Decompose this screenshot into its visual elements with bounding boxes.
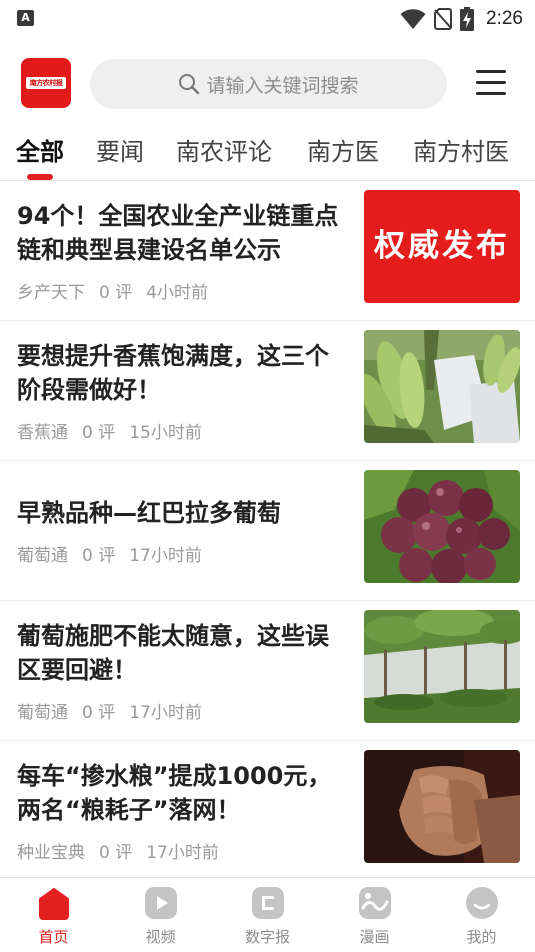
- profile-icon: [466, 887, 498, 919]
- status-bar: A 2:26: [0, 0, 535, 38]
- grape-image: [364, 470, 520, 583]
- nav-digital-paper-label: 数字报: [244, 928, 290, 946]
- nav-profile[interactable]: 我的: [428, 878, 535, 952]
- tab-nanfang-village-doctor[interactable]: 南方村医: [413, 132, 509, 167]
- status-icons: 2:26: [400, 6, 523, 32]
- nav-profile-label: 我的: [466, 928, 497, 946]
- thumbnail-caption: 权威发布: [374, 228, 510, 264]
- news-title: 94个！全国农业全产业链重点链和典型县建设名单公示: [17, 202, 339, 264]
- news-thumbnail: 权威发布: [364, 190, 520, 303]
- wifi-icon: [400, 9, 426, 29]
- news-title: 每车“掺水粮”提成1000元，两名“粮耗子”落网！: [17, 762, 332, 824]
- tab-nanfang-medicine[interactable]: 南方医: [307, 132, 379, 167]
- news-meta: 葡萄通 0 评 17小时前: [17, 698, 216, 723]
- nav-video[interactable]: 视频: [107, 878, 214, 952]
- nav-comics-label: 漫画: [359, 928, 390, 946]
- app-notification-icon: A: [17, 10, 34, 26]
- news-source: 葡萄通: [17, 546, 68, 566]
- no-sim-icon: [434, 8, 453, 30]
- search-bar[interactable]: 请输入关键词搜索: [90, 59, 447, 109]
- battery-charging-icon: [460, 7, 475, 31]
- news-time: 17小时前: [129, 703, 202, 723]
- nav-home-label: 首页: [38, 928, 69, 946]
- search-placeholder: 请输入关键词搜索: [206, 74, 359, 97]
- video-icon: [145, 887, 177, 919]
- fist-image: [364, 750, 520, 863]
- logo-text: 南方农村报: [26, 77, 66, 89]
- news-time: 17小时前: [129, 546, 202, 566]
- news-comments: 0 评: [82, 546, 116, 566]
- news-thumbnail: [364, 610, 520, 723]
- news-thumbnail: [364, 330, 520, 443]
- menu-icon[interactable]: [474, 70, 506, 96]
- clock: 2:26: [486, 8, 523, 29]
- tab-nannong-review[interactable]: 南农评论: [176, 132, 272, 167]
- news-comments: 0 评: [99, 843, 133, 863]
- tab-headlines[interactable]: 要闻: [96, 132, 144, 167]
- newspaper-icon: [252, 887, 284, 919]
- news-thumbnail: [364, 750, 520, 863]
- news-title: 要想提升香蕉饱满度，这三个阶段需做好！: [17, 342, 329, 404]
- nav-video-label: 视频: [145, 928, 176, 946]
- news-item[interactable]: 94个！全国农业全产业链重点链和典型县建设名单公示 乡产天下 0 评 4小时前 权威…: [0, 181, 535, 321]
- news-title: 早熟品种—红巴拉多葡萄: [17, 499, 281, 527]
- news-meta: 香蕉通 0 评 15小时前: [17, 418, 216, 443]
- news-source: 葡萄通: [17, 703, 68, 723]
- nav-comics[interactable]: 漫画: [321, 878, 428, 952]
- nav-digital-paper[interactable]: 数字报: [214, 878, 321, 952]
- news-time: 15小时前: [129, 423, 202, 443]
- news-meta: 葡萄通 0 评 17小时前: [17, 541, 216, 566]
- news-item[interactable]: 每车“掺水粮”提成1000元，两名“粮耗子”落网！ 种业宝典 0 评 17小时前: [0, 741, 535, 881]
- tab-all[interactable]: 全部: [16, 132, 64, 167]
- banana-image: [364, 330, 520, 443]
- news-meta: 种业宝典 0 评 17小时前: [17, 838, 233, 863]
- news-source: 种业宝典: [17, 843, 85, 863]
- news-title: 葡萄施肥不能太随意，这些误区要回避！: [17, 622, 329, 684]
- news-time: 4小时前: [146, 283, 209, 303]
- news-meta: 乡产天下 0 评 4小时前: [17, 278, 222, 303]
- app-header: 南方农村报 请输入关键词搜索: [0, 50, 535, 116]
- vineyard-image: [364, 610, 520, 723]
- news-thumbnail: [364, 470, 520, 583]
- news-source: 香蕉通: [17, 423, 68, 443]
- news-comments: 0 评: [99, 283, 133, 303]
- app-logo[interactable]: 南方农村报: [21, 58, 71, 108]
- news-time: 17小时前: [146, 843, 219, 863]
- news-source: 乡产天下: [17, 283, 85, 303]
- news-item[interactable]: 要想提升香蕉饱满度，这三个阶段需做好！ 香蕉通 0 评 15小时前: [0, 321, 535, 461]
- bottom-nav: 首页 视频 数字报 漫画 我的: [0, 877, 535, 952]
- news-item[interactable]: 早熟品种—红巴拉多葡萄 葡萄通 0 评 17小时前: [0, 461, 535, 601]
- search-icon: [179, 74, 200, 95]
- home-icon: [39, 888, 69, 920]
- nav-home[interactable]: 首页: [0, 878, 107, 952]
- news-comments: 0 评: [82, 423, 116, 443]
- news-item[interactable]: 葡萄施肥不能太随意，这些误区要回避！ 葡萄通 0 评 17小时前: [0, 601, 535, 741]
- comic-icon: [359, 887, 391, 919]
- news-comments: 0 评: [82, 703, 116, 723]
- category-tabs: 全部 要闻 南农评论 南方医 南方村医: [0, 128, 535, 180]
